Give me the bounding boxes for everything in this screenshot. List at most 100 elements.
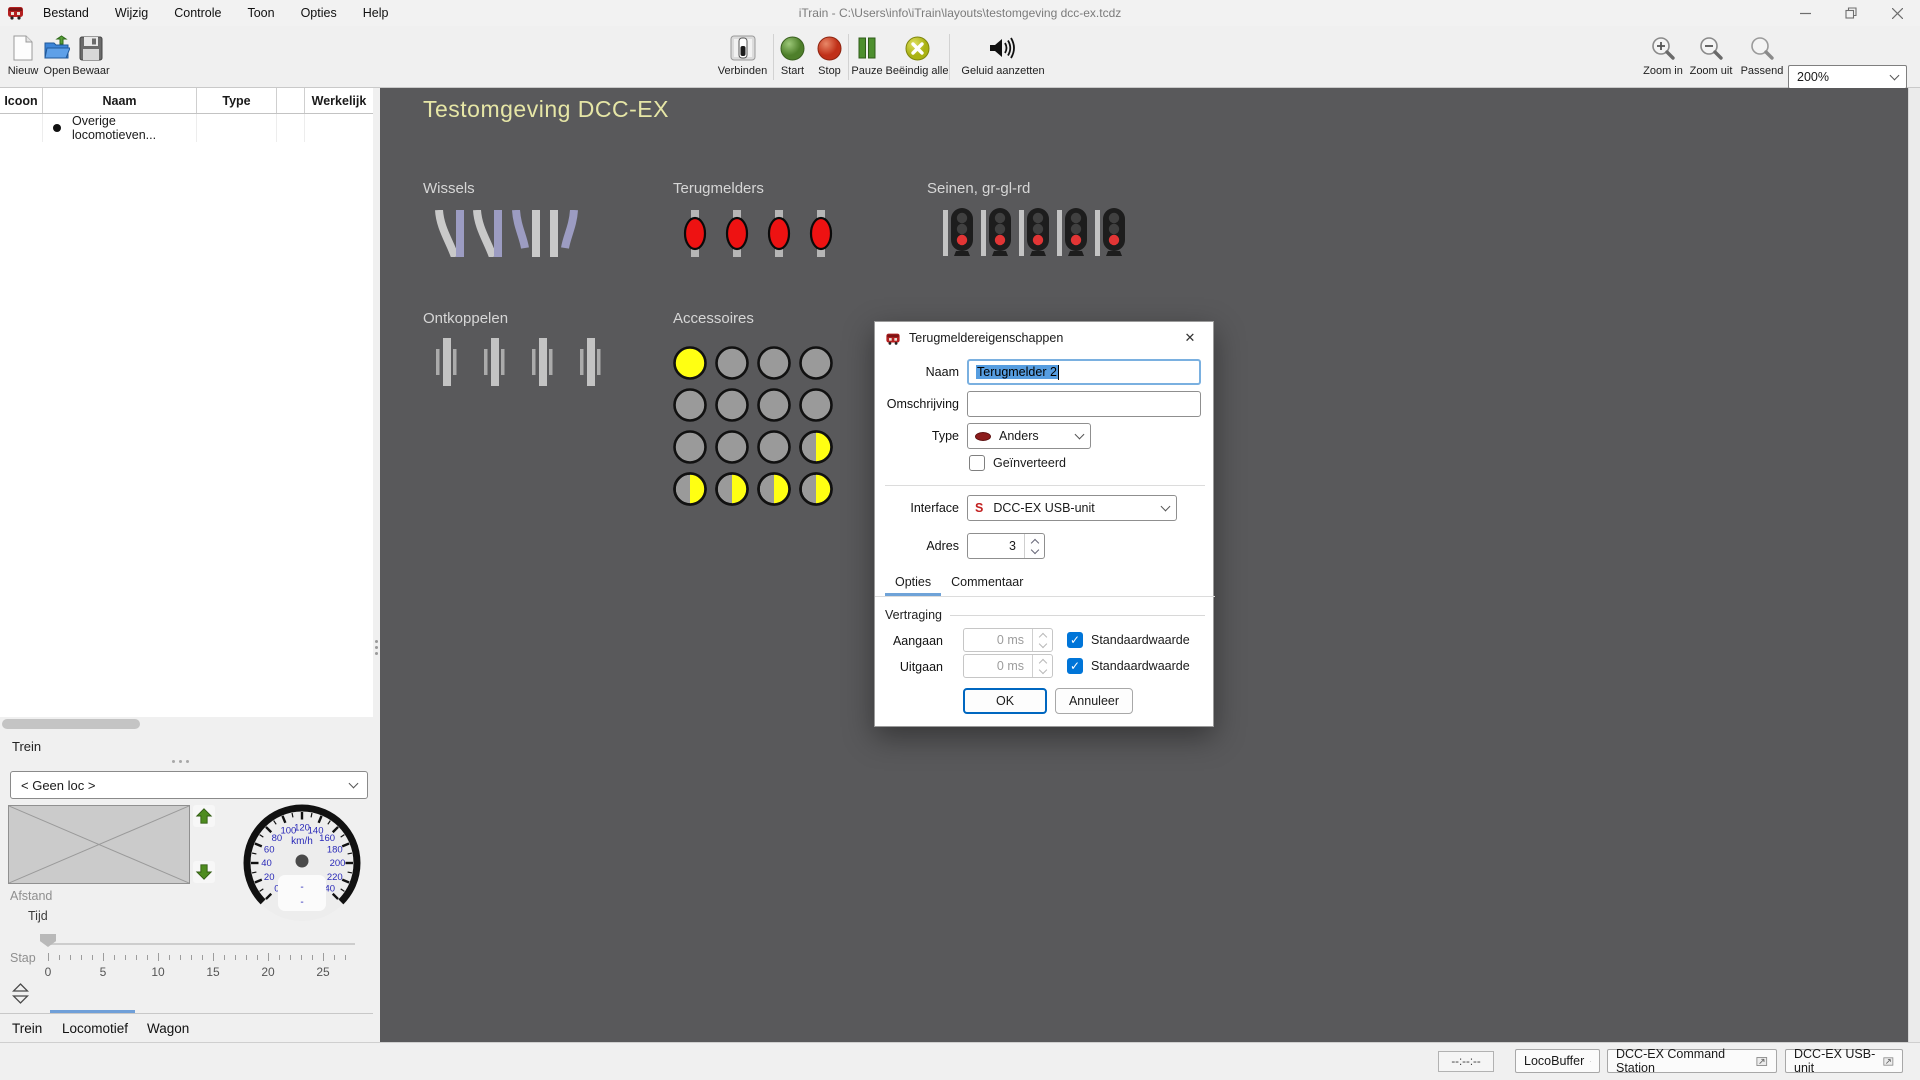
end-all-button[interactable]: Beëindig alle — [885, 26, 949, 88]
menu-item-help[interactable]: Help — [350, 0, 402, 26]
panel-drag-handle-icon[interactable] — [172, 760, 189, 763]
aangaan-default-checkbox[interactable]: ✓ — [1067, 632, 1083, 648]
accessory-button-gray[interactable] — [798, 345, 834, 386]
usb-unit-button[interactable]: DCC-EX USB-unit — [1785, 1049, 1903, 1073]
connect-button[interactable]: Verbinden — [712, 26, 773, 88]
accessory-button-half[interactable] — [672, 471, 708, 512]
accessory-button-gray[interactable] — [714, 387, 750, 428]
uncoupler-icon[interactable] — [433, 338, 459, 391]
new-button[interactable]: Nieuw — [6, 26, 40, 88]
accessory-button-gray[interactable] — [756, 345, 792, 386]
uncoupler-icon[interactable] — [529, 338, 555, 391]
locobuffer-button[interactable]: LocoBuffer — [1515, 1049, 1600, 1073]
feedback-indicator-icon[interactable] — [766, 210, 792, 262]
feedback-indicator-icon[interactable] — [724, 210, 750, 262]
signal-icon[interactable] — [1019, 208, 1049, 263]
turnout-icon[interactable] — [509, 210, 543, 262]
vertical-scrollbar[interactable] — [1908, 88, 1920, 1042]
inverted-checkbox-row[interactable]: Geïnverteerd — [969, 455, 1066, 471]
accessory-button-yellow[interactable] — [672, 345, 708, 386]
dialog-close-icon[interactable]: ✕ — [1177, 330, 1203, 346]
uncoupler-icon[interactable] — [481, 338, 507, 391]
inverted-checkbox[interactable] — [969, 455, 985, 471]
accessory-button-gray[interactable] — [714, 429, 750, 470]
menu-item-controle[interactable]: Controle — [161, 0, 234, 26]
accessory-button-half[interactable] — [798, 429, 834, 470]
menu-item-bestand[interactable]: Bestand — [30, 0, 102, 26]
chevron-down-icon — [1890, 71, 1900, 81]
accessory-button-gray[interactable] — [714, 345, 750, 386]
slider-thumb[interactable] — [40, 934, 56, 947]
sound-button[interactable]: Geluid aanzetten — [950, 26, 1056, 88]
signal-icon[interactable] — [1095, 208, 1125, 263]
turnout-icon[interactable] — [471, 210, 505, 262]
green-up-arrow-icon — [195, 807, 213, 825]
accessory-button-gray[interactable] — [756, 429, 792, 470]
uitgaan-default-checkbox[interactable]: ✓ — [1067, 658, 1083, 674]
open-button[interactable]: Open — [40, 26, 74, 88]
save-button[interactable]: Bewaar — [74, 26, 108, 88]
uncoupler-icon[interactable] — [577, 338, 603, 391]
tab-commentaar[interactable]: Commentaar — [941, 569, 1033, 596]
loc-select[interactable]: < Geen loc > — [10, 771, 368, 799]
menu-item-wijzig[interactable]: Wijzig — [102, 0, 161, 26]
speed-up-button[interactable] — [193, 805, 215, 827]
column-header-naam[interactable]: Naam — [43, 88, 197, 113]
menu-item-toon[interactable]: Toon — [234, 0, 287, 26]
signal-icon[interactable] — [1057, 208, 1087, 263]
spinner-buttons[interactable] — [1024, 534, 1044, 558]
section-label-seinen: Seinen, gr-gl-rd — [927, 180, 1030, 197]
zoom-in-button[interactable]: Zoom in — [1640, 26, 1686, 88]
scrollbar-thumb[interactable] — [2, 719, 140, 729]
signal-icon[interactable] — [943, 208, 973, 263]
panel-splitter[interactable] — [373, 88, 380, 1042]
restore-button[interactable] — [1828, 0, 1874, 26]
expand-collapse-icon[interactable] — [12, 983, 29, 1004]
signal-icon[interactable] — [981, 208, 1011, 263]
zoom-level-select[interactable]: 200% — [1788, 65, 1907, 89]
accessory-button-half[interactable] — [798, 471, 834, 512]
interface-select[interactable]: S DCC-EX USB-unit — [967, 495, 1177, 521]
tab-wagon[interactable]: Wagon — [147, 1021, 189, 1036]
column-header-icoon[interactable]: Icoon — [0, 88, 43, 113]
accessory-button-half[interactable] — [714, 471, 750, 512]
step-slider[interactable] — [48, 943, 355, 945]
accessory-button-gray[interactable] — [756, 387, 792, 428]
turnout-icon[interactable] — [433, 210, 467, 262]
omschrijving-input[interactable] — [967, 391, 1201, 417]
tab-opties[interactable]: Opties — [885, 569, 941, 596]
accessory-button-gray[interactable] — [672, 429, 708, 470]
tab-locomotief[interactable]: Locomotief — [62, 1021, 128, 1036]
horizontal-scrollbar[interactable] — [0, 717, 373, 731]
connect-switch-icon — [730, 34, 756, 62]
accessory-button-gray[interactable] — [672, 387, 708, 428]
command-station-button[interactable]: DCC-EX Command Station — [1607, 1049, 1777, 1073]
type-select[interactable]: Anders — [967, 423, 1091, 449]
close-button[interactable] — [1874, 0, 1920, 26]
accessory-button-gray[interactable] — [798, 387, 834, 428]
start-button[interactable]: Start — [774, 26, 811, 88]
naam-input[interactable]: Terugmelder 2 — [967, 359, 1201, 385]
zoom-fit-button[interactable]: Passend — [1736, 26, 1788, 88]
pause-button[interactable]: Pauze — [849, 26, 885, 88]
feedback-indicator-icon[interactable] — [808, 210, 834, 262]
table-row[interactable]: Overige locomotieven... — [0, 114, 373, 139]
turnout-icon[interactable] — [547, 210, 581, 262]
ok-button[interactable]: OK — [963, 688, 1047, 714]
menu-item-opties[interactable]: Opties — [288, 0, 350, 26]
minimize-button[interactable] — [1782, 0, 1828, 26]
bottom-tabs: Trein Locomotief Wagon — [0, 1021, 373, 1042]
stop-button[interactable]: Stop — [811, 26, 848, 88]
column-header-empty[interactable] — [277, 88, 305, 113]
adres-spinner[interactable]: 3 — [967, 533, 1045, 559]
accessory-button-half[interactable] — [756, 471, 792, 512]
tab-trein[interactable]: Trein — [12, 1021, 42, 1036]
cancel-button[interactable]: Annuleer — [1055, 688, 1133, 714]
column-header-werkelijk[interactable]: Werkelijk — [305, 88, 373, 113]
zoom-out-button[interactable]: Zoom uit — [1686, 26, 1736, 88]
uitgaan-default-row[interactable]: ✓ Standaardwaarde — [1067, 658, 1190, 674]
column-header-type[interactable]: Type — [197, 88, 277, 113]
aangaan-default-row[interactable]: ✓ Standaardwaarde — [1067, 632, 1190, 648]
speed-down-button[interactable] — [193, 861, 215, 883]
feedback-indicator-icon[interactable] — [682, 210, 708, 262]
